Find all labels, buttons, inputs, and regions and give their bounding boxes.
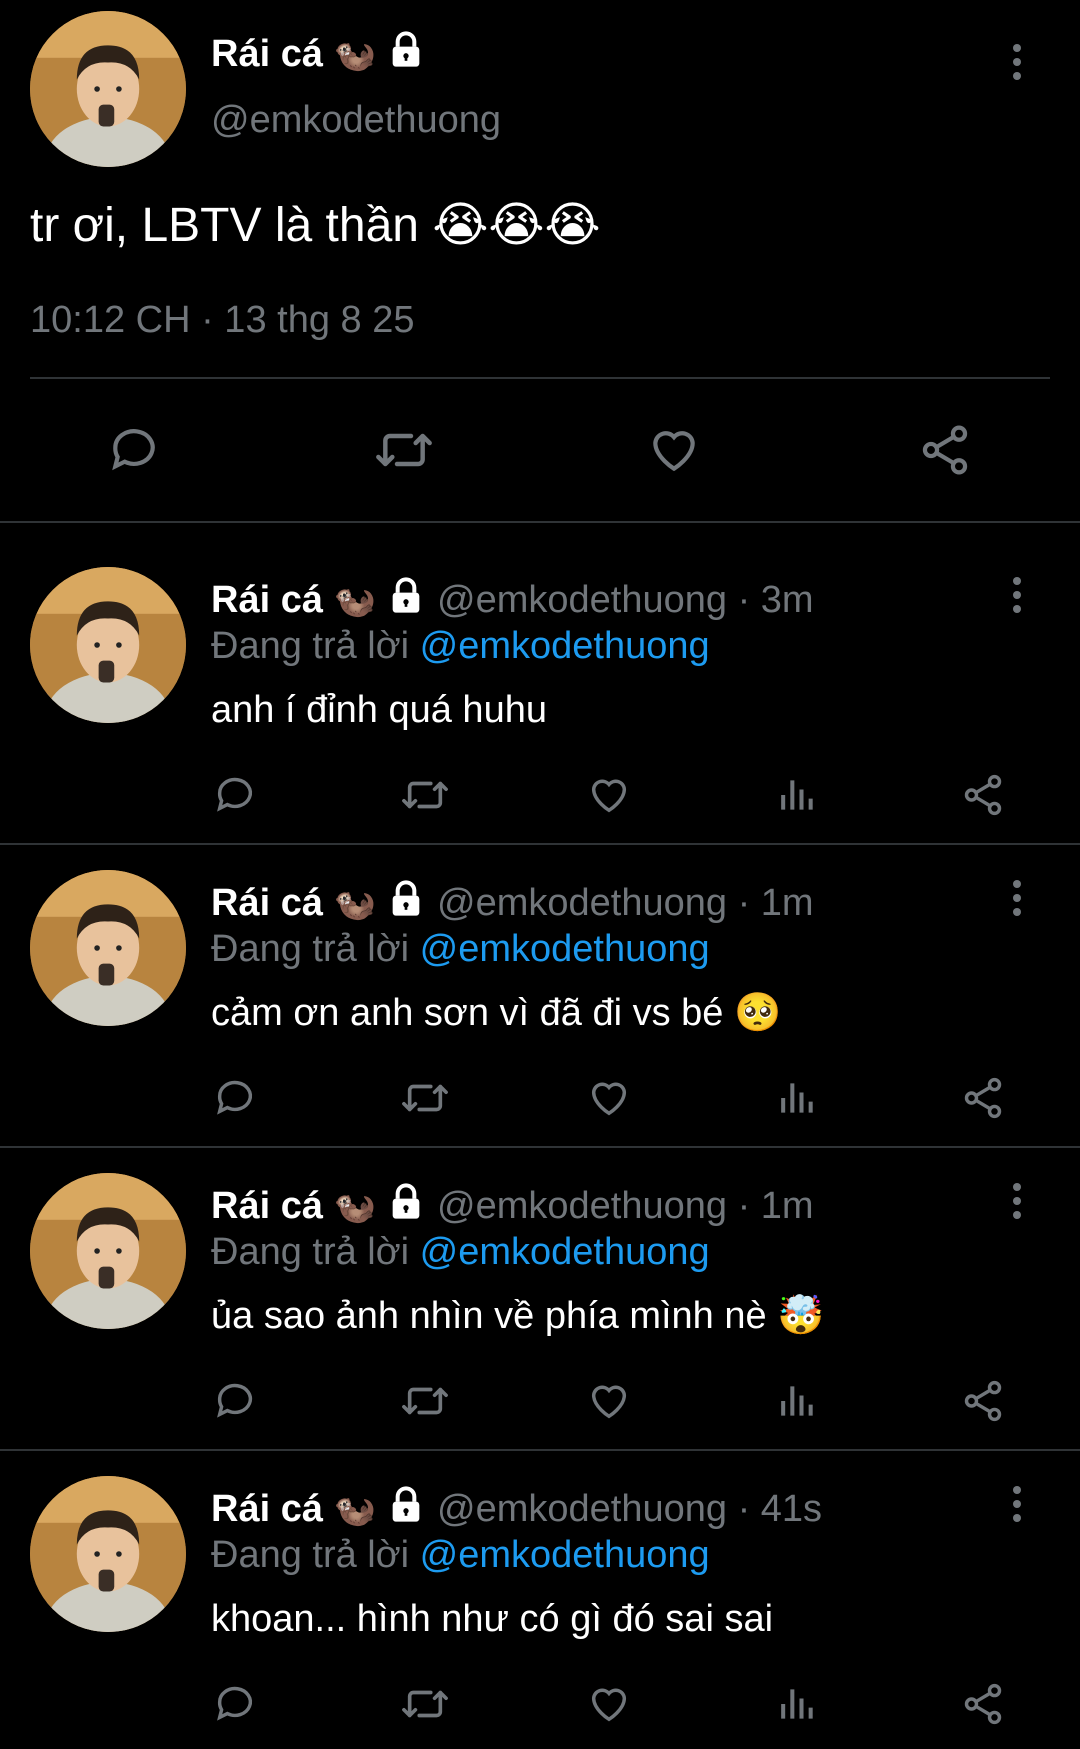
retweet-icon[interactable] [398,772,452,818]
reply-text: ủa sao ảnh nhìn về phía mình nè 🤯 [211,1295,825,1337]
handle[interactable]: @emkodethuong [437,579,727,621]
otter-emoji: 🦦 [333,885,376,923]
like-icon[interactable] [585,1681,633,1727]
pleading-emoji: 🥺 [734,992,782,1034]
more-options-icon[interactable] [1009,1486,1025,1528]
views-icon[interactable] [774,1075,818,1121]
divider [0,843,1080,845]
reply-header: Rái cá 🦦 @emkodethuong · 41s [211,1485,822,1535]
time: · 3m [737,579,814,621]
crying-emoji: 😭😭😭 [432,199,601,252]
avatar[interactable] [30,567,186,723]
otter-emoji: 🦦 [333,1188,376,1226]
exploding-head-emoji: 🤯 [777,1295,825,1337]
retweet-icon[interactable] [398,1378,452,1424]
divider [0,1449,1080,1451]
replying-to: Đang trả lời @emkodethuong [211,1231,710,1273]
replying-to: Đang trả lời @emkodethuong [211,625,710,667]
more-options-icon[interactable] [1009,1183,1025,1225]
lock-icon [386,1182,426,1232]
reply-icon[interactable] [211,1681,259,1727]
avatar[interactable] [30,870,186,1026]
retweet-icon[interactable] [398,1075,452,1121]
reply-header: Rái cá 🦦 @emkodethuong · 1m [211,1182,814,1232]
time: · 1m [737,882,814,924]
share-icon[interactable] [959,1075,1007,1121]
handle[interactable]: @emkodethuong [211,98,501,142]
reply-to-link[interactable]: @emkodethuong [420,928,710,970]
views-icon[interactable] [774,1681,818,1727]
reply-text: anh í đỉnh quá huhu [211,689,547,731]
timestamp: 10:12 CH · 13 thg 8 25 [30,299,415,341]
more-options-icon[interactable] [1009,880,1025,922]
reply-text: cảm ơn anh sơn vì đã đi vs bé 🥺 [211,992,782,1034]
like-icon[interactable] [585,1378,633,1424]
replying-to: Đang trả lời @emkodethuong [211,928,710,970]
divider [0,521,1080,523]
avatar[interactable] [30,11,186,167]
reply-to-link[interactable]: @emkodethuong [420,1534,710,1576]
like-icon[interactable] [585,1075,633,1121]
reply-header: Rái cá 🦦 @emkodethuong · 1m [211,879,814,929]
handle[interactable]: @emkodethuong [437,882,727,924]
handle[interactable]: @emkodethuong [437,1488,727,1530]
reply-header: Rái cá 🦦 @emkodethuong · 3m [211,576,814,626]
lock-icon [386,576,426,626]
reply-icon[interactable] [211,772,259,818]
more-options-icon[interactable] [1009,44,1025,86]
display-name[interactable]: Rái cá 🦦 [211,30,426,80]
reply-text: khoan... hình như có gì đó sai sai [211,1598,774,1640]
avatar[interactable] [30,1173,186,1329]
reply-to-link[interactable]: @emkodethuong [420,1231,710,1273]
avatar[interactable] [30,1476,186,1632]
time: · 1m [737,1185,814,1227]
more-options-icon[interactable] [1009,577,1025,619]
otter-emoji: 🦦 [333,582,376,620]
divider [30,377,1050,379]
tweet-text: tr ơi, LBTV là thần 😭😭😭 [30,199,601,252]
views-icon[interactable] [774,772,818,818]
reply-icon[interactable] [211,1075,259,1121]
views-icon[interactable] [774,1378,818,1424]
share-icon[interactable] [959,1378,1007,1424]
time: · 41s [737,1488,823,1530]
reply-icon[interactable] [105,422,163,478]
share-icon[interactable] [959,772,1007,818]
replying-to: Đang trả lời @emkodethuong [211,1534,710,1576]
lock-icon [386,30,426,80]
lock-icon [386,879,426,929]
retweet-icon[interactable] [398,1681,452,1727]
handle[interactable]: @emkodethuong [437,1185,727,1227]
share-icon[interactable] [916,422,974,478]
share-icon[interactable] [959,1681,1007,1727]
like-icon[interactable] [585,772,633,818]
like-icon[interactable] [645,422,703,478]
otter-emoji: 🦦 [333,1491,376,1529]
lock-icon [386,1485,426,1535]
retweet-icon[interactable] [371,422,437,478]
divider [0,1146,1080,1148]
reply-icon[interactable] [211,1378,259,1424]
otter-emoji: 🦦 [333,36,376,74]
reply-to-link[interactable]: @emkodethuong [420,625,710,667]
